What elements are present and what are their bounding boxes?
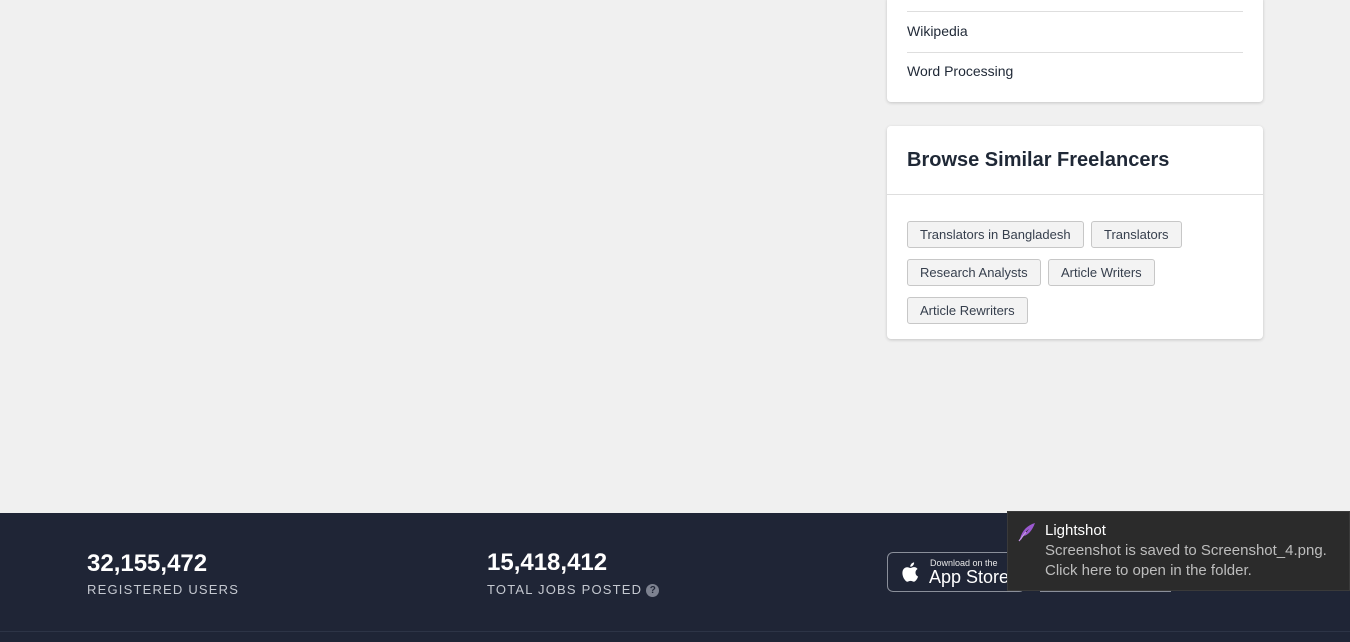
tag-article-rewriters[interactable]: Article Rewriters bbox=[907, 297, 1028, 324]
footer-divider bbox=[0, 631, 1350, 632]
google-play-button-edge[interactable] bbox=[1040, 591, 1171, 592]
skill-link-word-processing[interactable]: Word Processing bbox=[907, 63, 1243, 79]
app-store-big-text: App Store bbox=[929, 567, 1010, 587]
similar-freelancers-card: Browse Similar Freelancers Translators i… bbox=[887, 126, 1263, 339]
feather-icon bbox=[1018, 523, 1035, 542]
tag-translators-in-bangladesh[interactable]: Translators in Bangladesh bbox=[907, 221, 1084, 248]
skills-divider bbox=[907, 11, 1243, 12]
skills-card: Wikipedia Word Processing bbox=[887, 0, 1263, 102]
total-jobs-label-wrap: TOTAL JOBS POSTED? bbox=[487, 582, 660, 598]
tag-article-writers[interactable]: Article Writers bbox=[1048, 259, 1155, 286]
total-jobs-count: 15,418,412 bbox=[487, 549, 608, 576]
lightshot-notification[interactable]: Lightshot Screenshot is saved to Screens… bbox=[1007, 511, 1350, 591]
card-divider bbox=[887, 194, 1263, 195]
app-store-button[interactable]: Download on the App Store bbox=[887, 552, 1025, 592]
registered-users-label: REGISTERED USERS bbox=[87, 582, 240, 597]
similar-freelancers-title: Browse Similar Freelancers bbox=[907, 149, 1170, 171]
notification-action-text: Click here to open in the folder. bbox=[1045, 562, 1252, 579]
tag-research-analysts[interactable]: Research Analysts bbox=[907, 259, 1041, 286]
notification-message: Screenshot is saved to Screenshot_4.png. bbox=[1045, 542, 1327, 559]
apple-icon bbox=[902, 562, 919, 582]
registered-users-count: 32,155,472 bbox=[87, 550, 208, 577]
skills-divider bbox=[907, 52, 1243, 53]
skill-link-wikipedia[interactable]: Wikipedia bbox=[907, 23, 1243, 39]
tag-translators[interactable]: Translators bbox=[1091, 221, 1182, 248]
notification-title: Lightshot bbox=[1045, 522, 1106, 539]
total-jobs-label: TOTAL JOBS POSTED bbox=[487, 582, 643, 597]
help-icon[interactable]: ? bbox=[646, 584, 660, 598]
